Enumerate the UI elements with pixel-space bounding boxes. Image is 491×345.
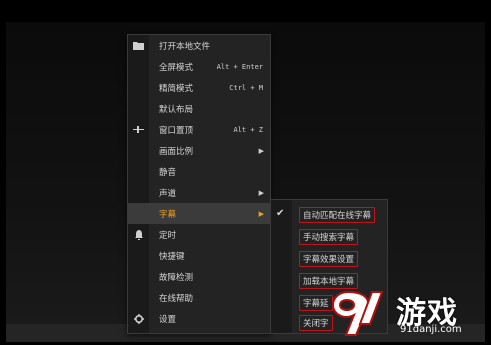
menu-item-label: 声道: [159, 188, 177, 199]
submenu-item-auto-match-online[interactable]: ✔ 自动匹配在线字幕: [271, 204, 387, 225]
menu-item-online-help[interactable]: 在线帮助: [128, 287, 270, 308]
submenu-item-label: 自动匹配在线字幕: [299, 207, 376, 223]
menu-item-settings[interactable]: 设置: [128, 308, 270, 329]
shortcut-hint: Alt + Enter: [216, 62, 263, 71]
menu-item-diagnostics[interactable]: 故障检测: [128, 266, 270, 287]
submenu-item-label: 手动搜索字幕: [299, 229, 359, 245]
menu-item-mute[interactable]: 静音: [128, 161, 270, 182]
menu-item-label: 静音: [159, 167, 177, 178]
menu-item-shortcuts[interactable]: 快捷键: [128, 245, 270, 266]
menu-item-label: 全屏模式: [159, 62, 194, 73]
submenu-item-effect-settings[interactable]: 字幕效果设置: [271, 248, 387, 269]
menu-item-open-local-file[interactable]: 打开本地文件: [128, 35, 270, 56]
menu-item-always-on-top[interactable]: 窗口置顶 Alt + Z: [128, 119, 270, 140]
pin-icon: [132, 119, 145, 140]
menu-item-label: 设置: [159, 314, 177, 325]
submenu-item-manual-search[interactable]: 手动搜索字幕: [271, 226, 387, 247]
watermark-logo-icon: [331, 290, 384, 336]
menu-item-subtitles[interactable]: 字幕 ▶: [128, 203, 270, 224]
menu-item-label: 打开本地文件: [159, 41, 211, 52]
menu-item-label: 默认布局: [159, 104, 194, 115]
menu-item-default-layout[interactable]: 默认布局: [128, 98, 270, 119]
menu-item-compact-mode[interactable]: 精简模式 Ctrl + M: [128, 77, 270, 98]
menu-item-label: 定时: [159, 230, 177, 241]
menu-item-label: 在线帮助: [159, 293, 194, 304]
submenu-arrow-icon: ▶: [258, 146, 264, 155]
submenu-item-label: 字幕效果设置: [299, 251, 359, 267]
folder-icon: [132, 35, 145, 56]
menu-item-label: 字幕: [159, 209, 177, 220]
context-menu: 打开本地文件 全屏模式 Alt + Enter 精简模式 Ctrl + M 默认…: [127, 34, 271, 334]
shortcut-hint: Ctrl + M: [229, 83, 263, 92]
menu-item-label: 精简模式: [159, 83, 194, 94]
bell-icon: [132, 224, 145, 245]
menu-item-aspect-ratio[interactable]: 画面比例 ▶: [128, 140, 270, 161]
menu-item-audio-channel[interactable]: 声道 ▶: [128, 182, 270, 203]
menu-item-label: 故障检测: [159, 272, 194, 283]
gear-icon: [132, 308, 145, 329]
check-icon: ✔: [276, 208, 285, 219]
menu-item-label: 窗口置顶: [159, 125, 194, 136]
menu-item-label: 画面比例: [159, 146, 194, 157]
shortcut-hint: Alt + Z: [233, 125, 263, 134]
video-player-background: 打开本地文件 全屏模式 Alt + Enter 精简模式 Ctrl + M 默认…: [0, 0, 491, 345]
menu-item-fullscreen[interactable]: 全屏模式 Alt + Enter: [128, 56, 270, 77]
submenu-arrow-icon: ▶: [258, 209, 264, 218]
watermark-url: 91danji.com: [400, 324, 462, 335]
site-watermark: 游戏 91danji.com: [326, 286, 486, 340]
submenu-arrow-icon: ▶: [258, 188, 264, 197]
menu-item-label: 快捷键: [159, 251, 185, 262]
menu-item-timer[interactable]: 定时: [128, 224, 270, 245]
